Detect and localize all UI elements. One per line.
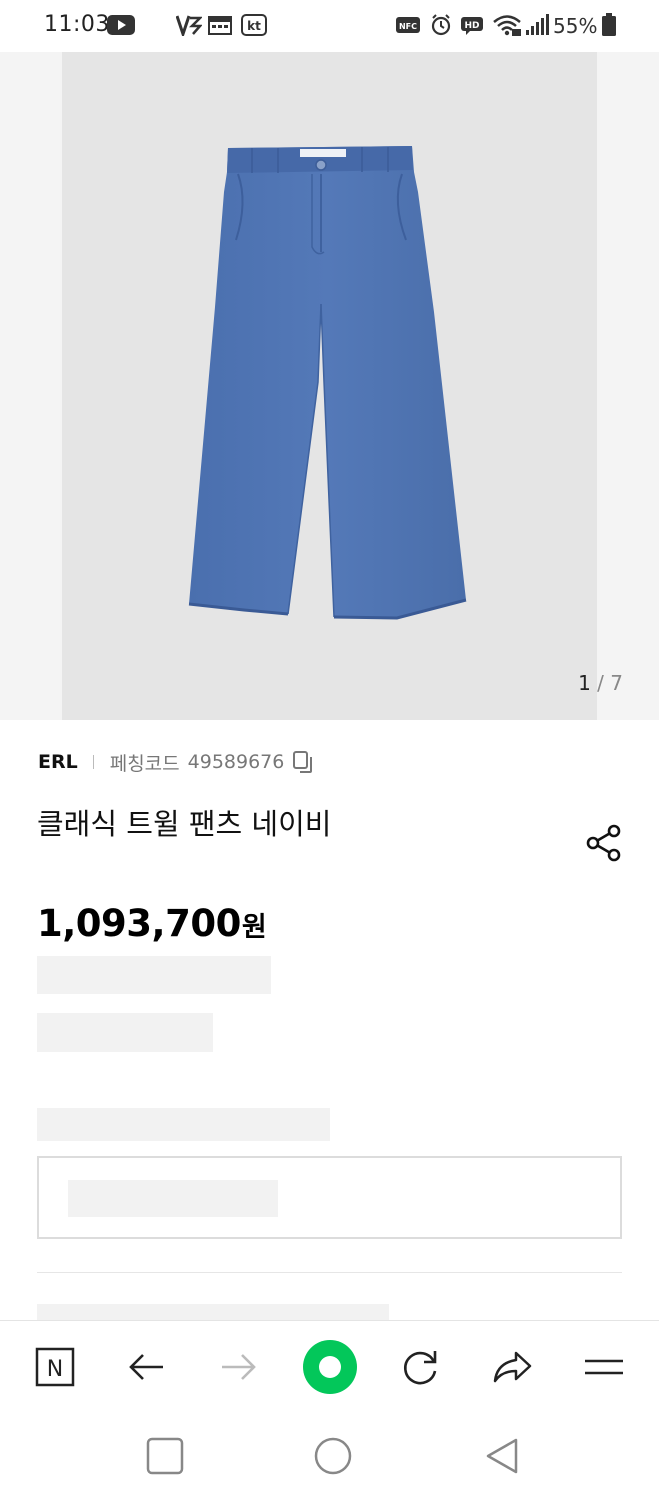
pager-total: 7 <box>610 671 623 695</box>
price-value: 1,093,700 <box>37 902 241 945</box>
nfc-label: NFC <box>399 22 417 31</box>
share-icon[interactable] <box>583 822 625 864</box>
v3-icon <box>176 14 202 36</box>
naver-n-icon[interactable]: N <box>29 1341 81 1393</box>
wifi-icon <box>492 14 522 36</box>
brand-divider <box>92 755 94 769</box>
nfc-icon: NFC <box>396 14 420 36</box>
kt-label: kt <box>247 19 261 33</box>
youtube-icon <box>107 14 135 36</box>
brand-row: ERL 페칭코드 49589676 <box>38 748 314 776</box>
option-select-box[interactable] <box>37 1156 622 1239</box>
skeleton-line <box>37 1108 330 1141</box>
product-title: 클래식 트윌 팬츠 네이비 <box>37 807 332 841</box>
home-icon[interactable] <box>311 1434 355 1478</box>
hd-icon: HD <box>460 14 486 36</box>
refresh-icon[interactable] <box>394 1341 446 1393</box>
product-image[interactable] <box>62 52 597 720</box>
back-arrow-icon[interactable] <box>121 1341 173 1393</box>
pants-image <box>188 146 467 620</box>
alarm-icon <box>430 14 452 36</box>
recents-icon[interactable] <box>143 1434 187 1478</box>
hd-label: HD <box>464 21 479 31</box>
battery-icon <box>601 13 617 36</box>
status-time: 11:03 <box>44 12 110 37</box>
back-icon[interactable] <box>480 1434 524 1478</box>
section-divider <box>37 1272 622 1273</box>
forward-arrow-icon[interactable] <box>212 1341 264 1393</box>
signal-icon <box>525 14 549 36</box>
green-dot-center <box>319 1356 341 1378</box>
product-image-gallery[interactable]: 1 / 7 <box>0 52 659 720</box>
pager-separator: / <box>597 671 604 695</box>
price-unit: 원 <box>241 912 267 943</box>
naver-n-label: N <box>47 1357 63 1382</box>
green-dot-icon[interactable] <box>303 1340 357 1394</box>
skeleton-line <box>37 1013 213 1052</box>
menu-icon[interactable] <box>578 1341 630 1393</box>
skeleton-line <box>37 1304 389 1320</box>
share-arrow-icon[interactable] <box>486 1341 538 1393</box>
image-pager: 1 / 7 <box>578 671 623 695</box>
battery-percent: 55% <box>553 14 598 38</box>
price: 1,093,700 원 <box>37 902 267 945</box>
brand-name[interactable]: ERL <box>38 751 78 773</box>
status-bar: 11:03 kt NFC HD 55% <box>0 0 659 52</box>
calendar-icon <box>208 14 232 36</box>
pager-current: 1 <box>578 671 591 695</box>
code-value: 49589676 <box>187 751 285 773</box>
skeleton-line <box>37 956 271 994</box>
copy-icon[interactable] <box>292 750 314 774</box>
browser-toolbar: N <box>0 1320 659 1412</box>
code-label: 페칭코드 <box>109 752 180 775</box>
system-nav-bar <box>0 1412 659 1500</box>
kt-icon: kt <box>241 14 267 36</box>
skeleton-line <box>68 1180 278 1217</box>
